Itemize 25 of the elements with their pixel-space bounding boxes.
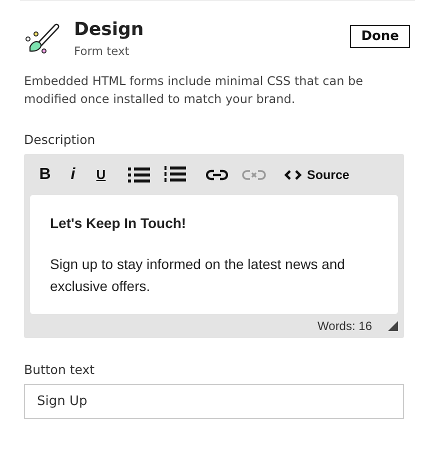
description-text: Embedded HTML forms include minimal CSS that can be modified once installed to match your brand.: [24, 73, 364, 108]
editor-content[interactable]: Let's Keep In Touch! Sign up to stay informed on the latest news and exclusive offers.: [30, 195, 398, 314]
field-label: Description: [24, 132, 96, 147]
source-button[interactable]: Source: [284, 168, 350, 182]
numbered-list-icon: [164, 166, 186, 183]
panel-title: Design: [74, 19, 145, 41]
panel-subtitle: Form text: [74, 44, 130, 58]
bold-button[interactable]: B: [38, 166, 52, 184]
unlink-icon: [242, 168, 266, 180]
code-icon: [284, 170, 302, 180]
link-icon: [206, 168, 228, 180]
resize-handle-icon[interactable]: [388, 321, 398, 331]
field-label: Button text: [24, 362, 96, 377]
bullets-button[interactable]: [128, 166, 150, 182]
underline-button[interactable]: U: [94, 167, 108, 182]
numbers-button[interactable]: [164, 166, 186, 183]
paintbrush-icon: [24, 21, 62, 55]
content-paragraph: Sign up to stay informed on the latest news and exclusive offers.: [50, 255, 346, 296]
italic-button[interactable]: i: [66, 166, 80, 184]
done-button[interactable]: Done: [350, 25, 410, 48]
word-count: Words: 16: [318, 319, 372, 333]
button-text-field[interactable]: Sign Up: [24, 384, 404, 419]
link-button[interactable]: [206, 168, 228, 180]
content-heading: Let's Keep In Touch!: [50, 215, 188, 231]
bullet-list-icon: [128, 166, 150, 182]
